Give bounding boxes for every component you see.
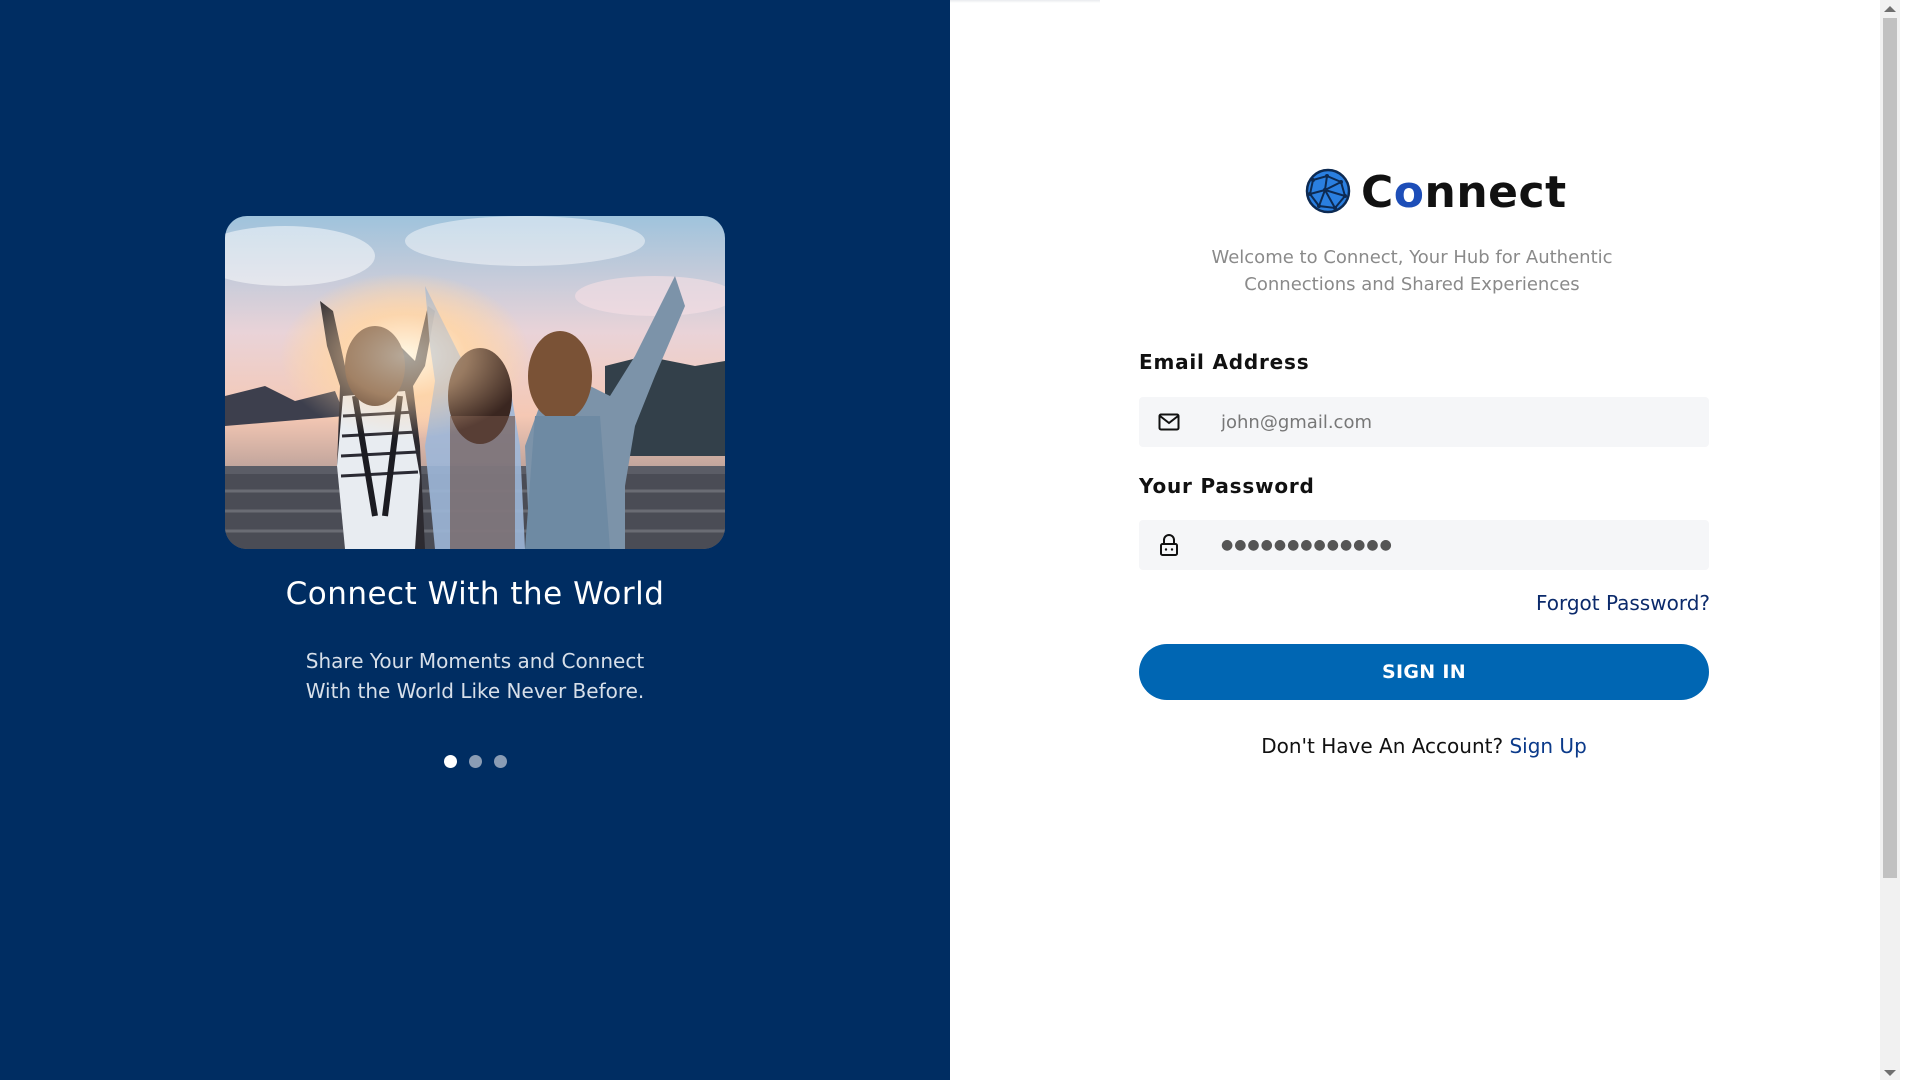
top-divider (950, 0, 1100, 3)
password-label: Your Password (1139, 474, 1315, 498)
brand-name: Connect (1361, 167, 1567, 218)
scrollbar[interactable] (1880, 0, 1900, 1080)
email-field-box[interactable] (1139, 397, 1709, 447)
scroll-up-icon[interactable] (1884, 6, 1896, 12)
signup-row: Don't Have An Account? Sign Up (1139, 734, 1709, 758)
carousel-dots (0, 755, 950, 768)
carousel-dot-2[interactable] (468, 755, 482, 768)
hero-title: Connect With the World (285, 576, 665, 612)
sign-up-link[interactable]: Sign Up (1509, 734, 1586, 758)
welcome-text: Welcome to Connect, Your Hub for Authent… (1200, 244, 1624, 298)
welcome-line: Connections and Shared Experiences (1244, 274, 1580, 295)
brand-name-o: o (1393, 167, 1425, 218)
login-panel: Connect Welcome to Connect, Your Hub for… (950, 0, 1900, 1080)
forgot-password-link[interactable]: Forgot Password? (1536, 591, 1710, 615)
carousel-dot-3[interactable] (493, 755, 507, 768)
hero-subtitle-line: Share Your Moments and Connect (305, 649, 645, 673)
brand-name-c: C (1361, 167, 1394, 218)
mail-icon (1139, 413, 1199, 431)
scroll-thumb[interactable] (1883, 18, 1897, 878)
password-field-box[interactable] (1139, 520, 1709, 570)
scroll-down-icon[interactable] (1884, 1070, 1896, 1076)
globe-icon (1305, 168, 1351, 218)
lock-icon (1139, 534, 1199, 556)
email-input[interactable] (1199, 397, 1709, 447)
login-page: Connect With the World Share Your Moment… (0, 0, 1920, 1080)
email-label: Email Address (1139, 350, 1310, 374)
brand-name-rest: nnect (1424, 167, 1567, 218)
sign-in-button[interactable]: SIGN IN (1139, 644, 1709, 700)
password-input[interactable] (1199, 520, 1709, 570)
hero-subtitle: Share Your Moments and Connect With the … (275, 646, 675, 706)
carousel-dot-1[interactable] (443, 755, 457, 768)
hero-panel: Connect With the World Share Your Moment… (0, 0, 950, 1080)
hero-subtitle-line: With the World Like Never Before. (305, 679, 645, 703)
no-account-text: Don't Have An Account? (1261, 734, 1504, 758)
welcome-line: Welcome to Connect, Your Hub for Authent… (1211, 247, 1613, 268)
hero-image (225, 216, 725, 549)
brand-logo: Connect (1305, 167, 1567, 218)
